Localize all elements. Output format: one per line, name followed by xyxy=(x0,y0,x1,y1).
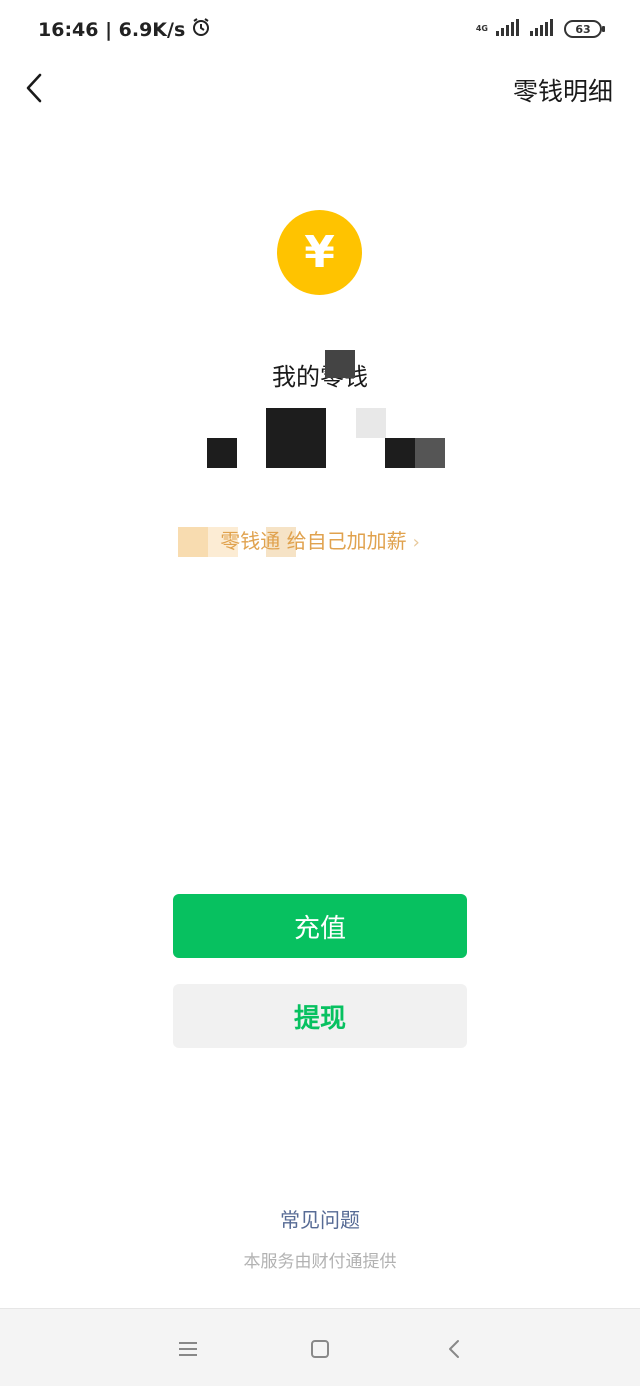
redaction-block xyxy=(207,438,237,468)
network-type-label: 4G xyxy=(475,24,488,33)
battery-icon: 63 xyxy=(564,20,605,38)
battery-level: 63 xyxy=(575,22,591,36)
chevron-right-icon: › xyxy=(412,532,420,553)
balance-title: 我的零钱 xyxy=(272,363,368,391)
status-bar: 16:46 | 6.9K/s 4G 63 xyxy=(0,0,640,58)
recharge-button[interactable]: 充值 xyxy=(173,894,467,958)
promo-text: 零钱通 给自己加加薪 xyxy=(220,529,407,553)
provider-text: 本服务由财付通提供 xyxy=(243,1252,397,1272)
signal-icon xyxy=(496,18,522,40)
triangle-back-icon xyxy=(449,1340,459,1358)
redaction-block xyxy=(385,438,415,468)
status-right: 4G 63 xyxy=(475,18,605,40)
withdraw-button[interactable]: 提现 xyxy=(173,984,467,1048)
menu-button[interactable] xyxy=(170,1331,206,1367)
nav-bar: 零钱明细 xyxy=(0,58,640,118)
yuan-coin-icon: ¥ xyxy=(277,210,362,295)
change-details-link[interactable]: 零钱明细 xyxy=(513,72,613,108)
redaction-block xyxy=(356,408,386,438)
home-square-icon xyxy=(311,1340,329,1358)
status-time-speed: 16:46 | 6.9K/s xyxy=(38,18,186,41)
status-left: 16:46 | 6.9K/s xyxy=(38,17,211,42)
redaction-block xyxy=(266,408,326,468)
system-nav-bar xyxy=(0,1308,640,1386)
alarm-icon xyxy=(191,17,211,42)
redaction-block xyxy=(415,438,445,468)
coin-symbol: ¥ xyxy=(304,227,335,278)
chevron-left-icon xyxy=(26,73,42,103)
title-redaction xyxy=(325,350,355,378)
promo-link[interactable]: 零钱通 给自己加加薪 › xyxy=(0,525,640,554)
back-button[interactable] xyxy=(16,68,52,108)
faq-link[interactable]: 常见问题 xyxy=(0,1204,640,1233)
menu-icon xyxy=(179,1342,197,1356)
home-button[interactable] xyxy=(302,1331,338,1367)
system-back-button[interactable] xyxy=(436,1331,472,1367)
signal-icon-secondary xyxy=(530,18,556,40)
